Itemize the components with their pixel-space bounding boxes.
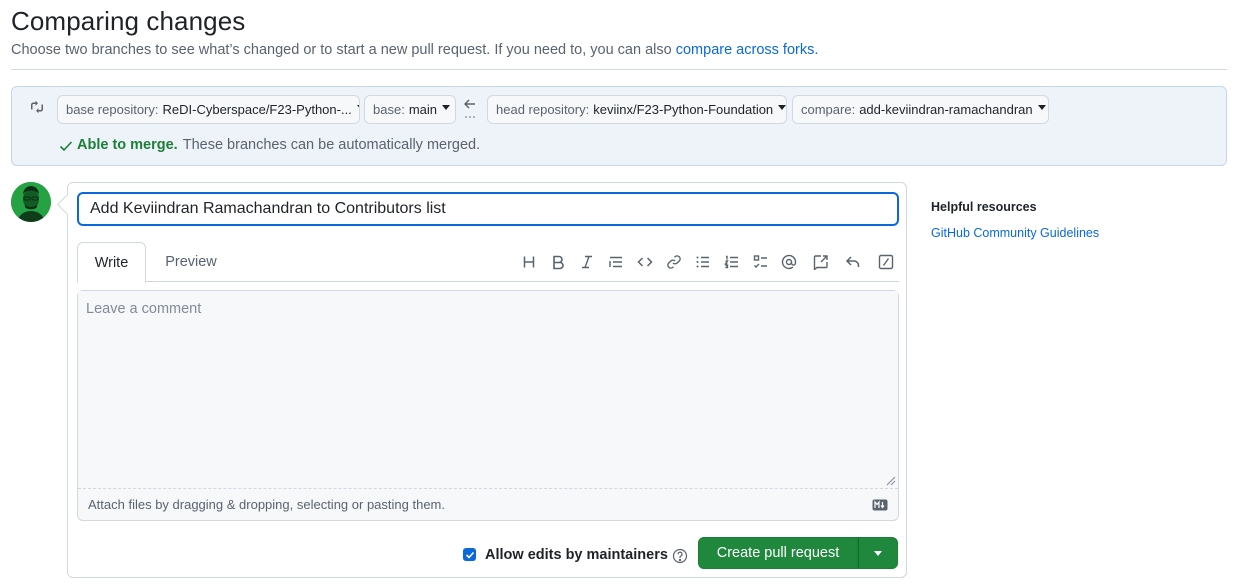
create-pull-request-dropdown[interactable] xyxy=(858,537,898,569)
base-branch-label: base: xyxy=(373,102,405,117)
divider xyxy=(11,69,1227,70)
quote-icon[interactable] xyxy=(608,254,624,270)
base-branch-value: main xyxy=(408,102,437,117)
attach-files-hint[interactable]: Attach files by dragging & dropping, sel… xyxy=(88,497,445,512)
mention-icon[interactable] xyxy=(781,254,797,270)
heading-icon[interactable] xyxy=(521,254,537,270)
allow-edits-label[interactable]: Allow edits by maintainers xyxy=(485,547,668,563)
markdown-icon[interactable] xyxy=(872,499,888,511)
compare-across-forks-link[interactable]: compare across forks. xyxy=(676,42,819,58)
create-pull-request-button[interactable]: Create pull request xyxy=(698,537,858,569)
subtitle-text: Choose two branches to see what’s change… xyxy=(11,42,676,58)
page-subtitle: Choose two branches to see what’s change… xyxy=(11,42,818,58)
compare-icon xyxy=(31,100,43,114)
head-repository-label: head repository: xyxy=(496,102,590,117)
compare-range-box: base repository: ReDI-Cyberspace/F23-Pyth… xyxy=(11,86,1227,166)
editor-tabs: Write Preview xyxy=(77,242,899,283)
chevron-down-icon xyxy=(442,105,450,110)
chevron-down-icon xyxy=(874,550,882,556)
chevron-down-icon xyxy=(778,105,786,110)
merge-status-text: These branches can be automatically merg… xyxy=(182,136,481,153)
page-title: Comparing changes xyxy=(11,6,246,36)
chevron-down-icon xyxy=(1037,105,1046,110)
merge-ok-label: Able to merge. xyxy=(77,136,178,153)
merge-status: Able to merge. These branches can be aut… xyxy=(58,135,480,154)
task-list-icon[interactable] xyxy=(753,254,769,270)
pr-title-input[interactable] xyxy=(77,192,899,226)
allow-edits-checkbox[interactable] xyxy=(463,548,476,561)
question-icon[interactable] xyxy=(672,548,688,564)
compare-branch-value: add-keviindran-ramachandran xyxy=(859,102,1033,117)
check-icon xyxy=(59,141,73,152)
head-repository-select[interactable]: head repository: keviinx/F23-Python-Found… xyxy=(487,95,787,124)
ordered-list-icon[interactable] xyxy=(724,254,740,270)
base-branch-select[interactable]: base: main xyxy=(364,95,456,124)
avatar[interactable] xyxy=(11,182,51,222)
compare-branch-select[interactable]: compare: add-keviindran-ramachandran xyxy=(792,95,1049,124)
link-icon[interactable] xyxy=(666,254,682,270)
base-repository-label: base repository: xyxy=(66,102,159,117)
slash-command-icon[interactable] xyxy=(878,254,894,270)
head-repository-value: keviinx/F23-Python-Foundation xyxy=(593,102,774,117)
base-repository-select[interactable]: base repository: ReDI-Cyberspace/F23-Pyth… xyxy=(57,95,360,124)
compare-branch-label: compare: xyxy=(801,102,856,117)
tab-preview[interactable]: Preview xyxy=(155,242,227,282)
bold-icon[interactable] xyxy=(550,254,566,270)
chevron-down-icon xyxy=(356,105,359,110)
tab-write[interactable]: Write xyxy=(77,242,146,283)
unordered-list-icon[interactable] xyxy=(695,254,711,270)
avatar-image xyxy=(11,182,51,222)
resize-grip-icon[interactable] xyxy=(886,476,896,486)
community-guidelines-link[interactable]: GitHub Community Guidelines xyxy=(931,226,1099,240)
helpful-resources-heading: Helpful resources xyxy=(931,200,1037,214)
cross-reference-icon[interactable] xyxy=(813,254,829,270)
comment-textarea[interactable]: Leave a comment xyxy=(78,291,898,489)
base-repository-value: ReDI-Cyberspace/F23-Python-... xyxy=(162,102,352,117)
checkmark-icon xyxy=(465,551,474,559)
allow-edits-row[interactable]: Allow edits by maintainers xyxy=(463,545,688,564)
arrow-left-icon xyxy=(464,99,475,118)
comment-editor[interactable]: Leave a comment Attach files by dragging… xyxy=(77,290,899,521)
code-icon[interactable] xyxy=(637,254,653,270)
comment-placeholder: Leave a comment xyxy=(86,301,202,317)
italic-icon[interactable] xyxy=(579,254,595,270)
reply-icon[interactable] xyxy=(845,254,861,270)
pull-request-form: Write Preview Leave a comment Attach fil… xyxy=(67,182,907,578)
